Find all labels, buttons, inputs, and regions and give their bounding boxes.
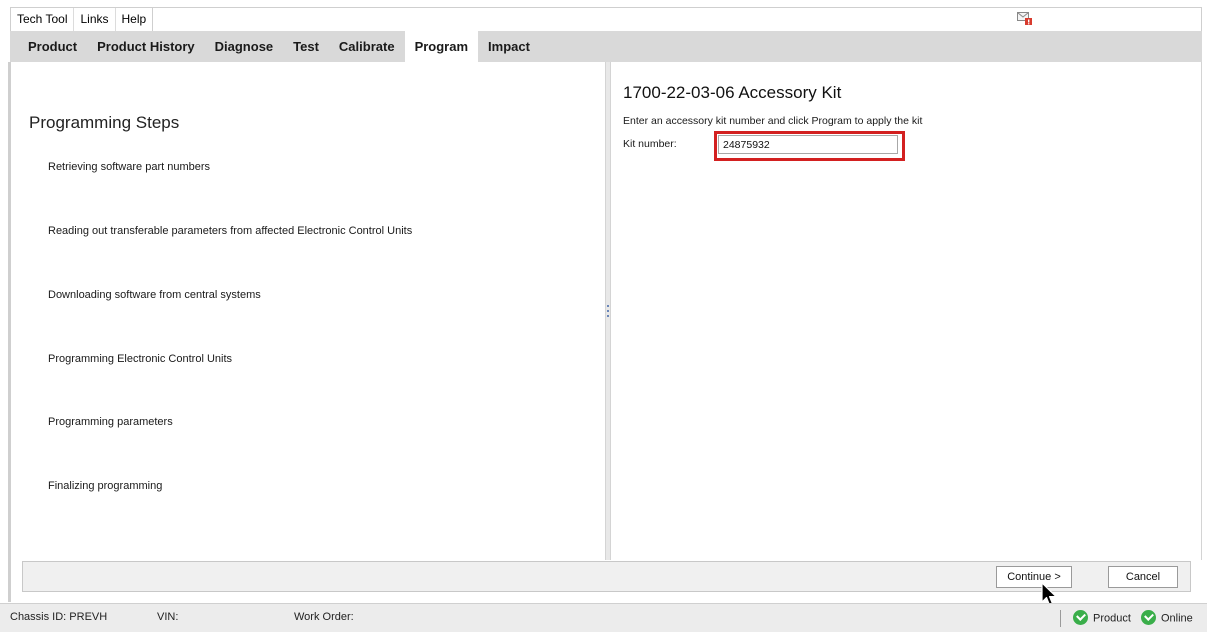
check-circle-icon [1073,610,1088,625]
action-button-bar: Continue > Cancel [22,561,1191,592]
online-status: Online [1141,610,1193,626]
tab-program[interactable]: Program [404,31,479,63]
tab-product[interactable]: Product [18,31,87,62]
splitter-grip-icon [607,305,609,317]
continue-button[interactable]: Continue > [996,566,1072,588]
kit-number-label: Kit number: [623,138,677,150]
menu-group: Tech Tool Links Help [11,8,154,32]
menu-tech-tool[interactable]: Tech Tool [11,8,75,32]
cancel-button[interactable]: Cancel [1108,566,1178,588]
status-separator [1060,610,1061,627]
check-circle-icon [1141,610,1156,625]
tab-product-history[interactable]: Product History [87,31,205,62]
programming-steps-title: Programming Steps [29,113,180,132]
step-finalizing: Finalizing programming [48,480,163,492]
kit-number-input[interactable] [718,135,898,154]
online-status-label: Online [1161,612,1193,625]
tab-diagnose[interactable]: Diagnose [205,31,284,62]
programming-steps-panel: Programming Steps Retrieving software pa… [11,62,605,560]
status-bar: Chassis ID: PREVH VIN: Work Order: Produ… [0,603,1207,632]
work-order-text: Work Order: [294,611,354,623]
tech-tool-window: Tech Tool Links Help Product Product His… [0,0,1207,632]
product-status: Product [1073,610,1131,626]
chassis-id-text: Chassis ID: PREVH [10,611,108,623]
main-tab-bar: Product Product History Diagnose Test Ca… [10,31,1202,63]
menu-bar: Tech Tool Links Help [10,7,1202,32]
step-retrieving-part-numbers: Retrieving software part numbers [48,161,211,173]
tab-calibrate[interactable]: Calibrate [329,31,405,62]
step-programming-ecus: Programming Electronic Control Units [48,353,233,365]
message-alert-icon[interactable] [1017,12,1033,26]
menu-help[interactable]: Help [116,8,153,32]
step-reading-parameters: Reading out transferable parameters from… [48,225,413,237]
step-programming-parameters: Programming parameters [48,416,173,428]
menu-links[interactable]: Links [74,8,116,32]
accessory-kit-panel: 1700-22-03-06 Accessory Kit Enter an acc… [611,62,1202,560]
step-downloading-software: Downloading software from central system… [48,289,261,301]
product-status-label: Product [1093,612,1131,625]
tab-test[interactable]: Test [283,31,329,62]
accessory-kit-instruction: Enter an accessory kit number and click … [623,115,923,127]
vin-text: VIN: [157,611,179,623]
accessory-kit-title: 1700-22-03-06 Accessory Kit [623,83,842,102]
tab-impact[interactable]: Impact [478,31,540,62]
